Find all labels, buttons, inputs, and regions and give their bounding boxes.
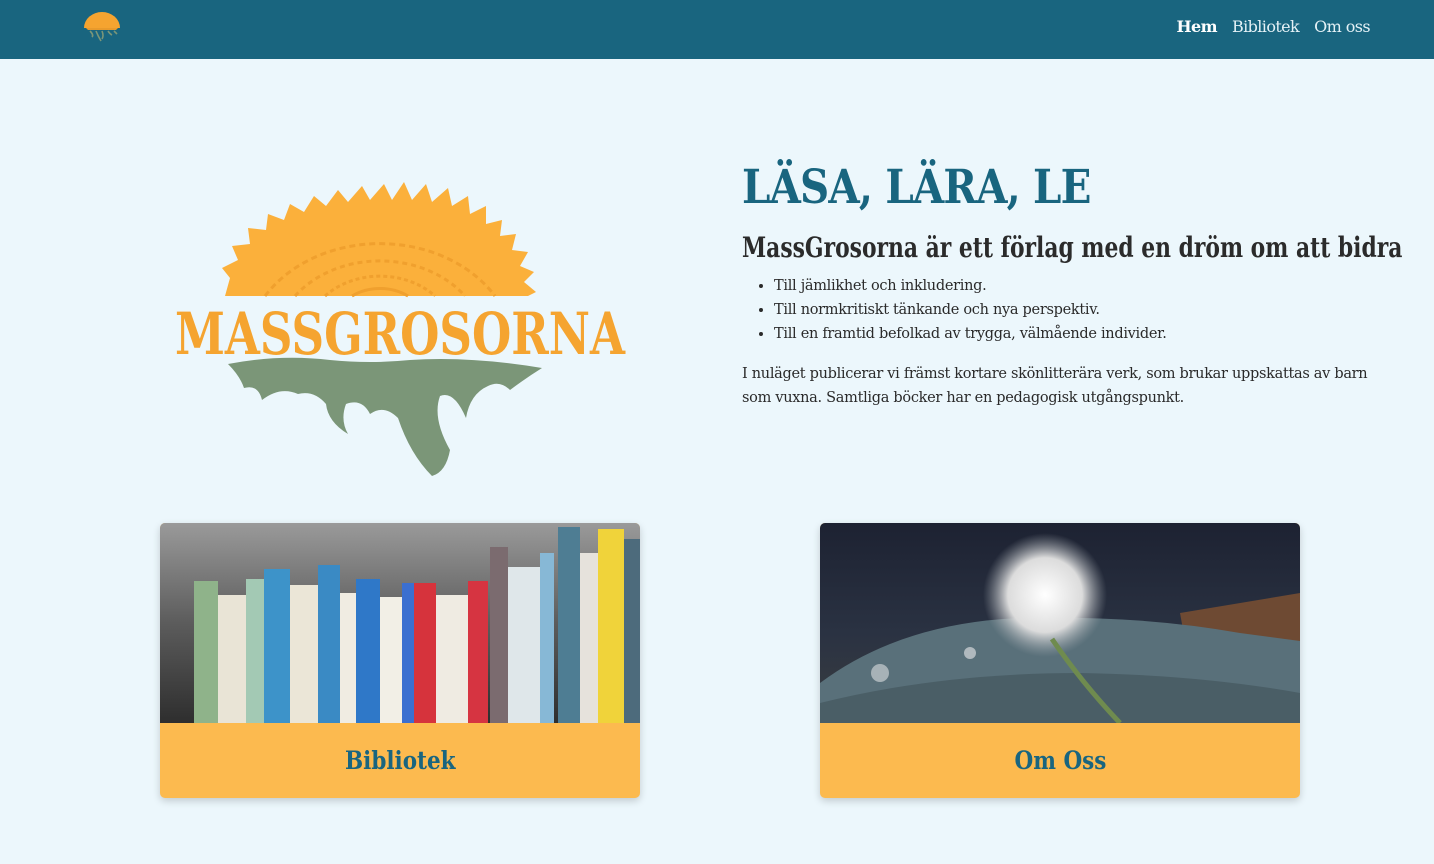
card-title-bibliotek: Bibliotek bbox=[344, 746, 456, 775]
list-item: Till normkritiskt tänkande och nya persp… bbox=[774, 298, 1392, 322]
page-title: LÄSA, LÄRA, LE bbox=[742, 160, 1091, 215]
dandelion-image bbox=[820, 523, 1300, 723]
hero-subtitle: MassGrosorna är ett förlag med en dröm o… bbox=[742, 231, 1403, 264]
nav-link-hem[interactable]: Hem bbox=[1177, 17, 1218, 36]
card-footer: Bibliotek bbox=[160, 723, 640, 798]
bibliotek-card[interactable]: Bibliotek bbox=[160, 523, 640, 798]
roots-icon bbox=[228, 357, 542, 476]
hero-text: LÄSA, LÄRA, LE MassGrosorna är ett förla… bbox=[742, 160, 1403, 410]
sun-icon bbox=[222, 182, 536, 298]
nav-links: Hem Bibliotek Om oss bbox=[1177, 17, 1371, 36]
mission-list: Till jämlikhet och inkludering. Till nor… bbox=[774, 274, 1392, 346]
hero-description: I nuläget publicerar vi främst kortare s… bbox=[742, 366, 1368, 406]
list-item: Till en framtid befolkad av trygga, välm… bbox=[774, 322, 1392, 346]
books-image bbox=[160, 523, 640, 723]
card-footer: Om Oss bbox=[820, 723, 1300, 798]
card-title-om-oss: Om Oss bbox=[1014, 746, 1106, 775]
nav-link-bibliotek[interactable]: Bibliotek bbox=[1232, 17, 1300, 36]
nav-link-om-oss[interactable]: Om oss bbox=[1314, 17, 1370, 36]
om-oss-card[interactable]: Om Oss bbox=[820, 523, 1300, 798]
logo-wordmark: MASSGROSORNA bbox=[175, 300, 626, 368]
sun-logo-icon[interactable] bbox=[82, 11, 122, 47]
list-item: Till jämlikhet och inkludering. bbox=[774, 274, 1392, 298]
navbar: Hem Bibliotek Om oss bbox=[0, 0, 1434, 59]
massgrosorna-logo: MASSGROSORNA bbox=[174, 182, 627, 476]
